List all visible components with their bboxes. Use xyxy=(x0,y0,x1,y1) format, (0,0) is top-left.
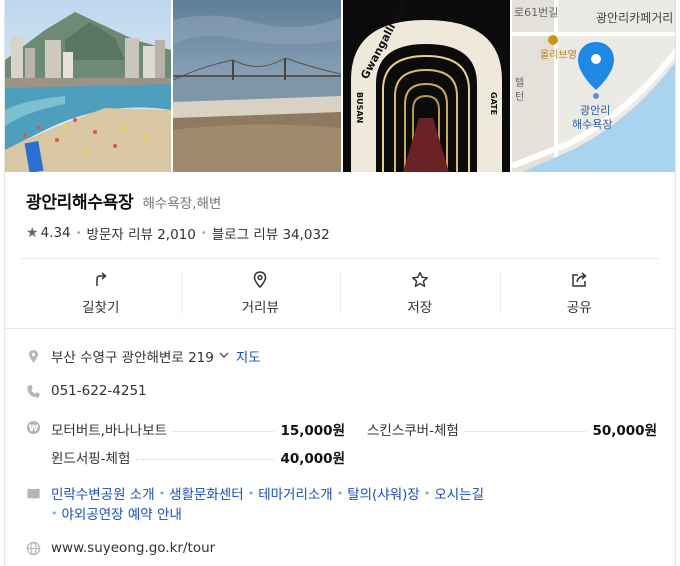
price-icon-row: ₩ xyxy=(25,419,51,435)
price-item-name: 윈드서핑-체험 xyxy=(51,451,131,467)
share-icon xyxy=(572,272,587,287)
price-item: 윈드서핑-체험 40,000원 xyxy=(51,447,345,467)
save-label: 저장 xyxy=(407,300,433,316)
map-link[interactable]: 지도 xyxy=(236,346,261,366)
directions-label: 길찾기 xyxy=(82,300,120,316)
separator-dot: • xyxy=(423,486,431,500)
separator-dot: • xyxy=(158,486,166,500)
price-item: 모터버트,바나나보트 15,000원 xyxy=(51,419,345,439)
phone-row: 051-622-4251 xyxy=(25,383,147,399)
bridge-photo[interactable] xyxy=(173,0,341,172)
facility-link[interactable]: 테마거리소개 xyxy=(258,483,333,503)
facility-link[interactable]: 오시는길 xyxy=(434,483,484,503)
map-cafe-label: 광안리카페거리 xyxy=(596,11,673,25)
map-street-label: 로61번길 xyxy=(514,6,558,19)
facilities-row: 민락수변공원 소개 • 생활문화센터 • 테마거리소개 • 탈의(샤워)장 • … xyxy=(25,483,484,503)
place-header: 광안리해수욕장 해수욕장,해변 xyxy=(26,188,221,213)
book-icon xyxy=(25,485,41,501)
address-row: 부산 수영구 광안해변로 219 지도 xyxy=(25,346,261,366)
tunnel-busan-label: BUSAN xyxy=(355,92,364,123)
save-button[interactable]: 저장 xyxy=(340,260,500,326)
separator-dot: • xyxy=(75,227,82,239)
streetview-label: 거리뷰 xyxy=(241,300,279,316)
price-item-name: 스킨스쿠버-체험 xyxy=(367,423,459,439)
facilities-row-2: • 야외공연장 예약 안내 xyxy=(51,503,182,524)
price-leader xyxy=(464,430,587,432)
place-card: Gwangalli SUP Beach BUSAN GATE 로61번길 광안리… xyxy=(4,0,676,566)
separator-dot: • xyxy=(336,486,344,500)
place-name[interactable]: 광안리해수욕장 xyxy=(26,193,134,213)
separator-dot: • xyxy=(247,486,255,500)
facility-link[interactable]: 생활문화센터 xyxy=(169,483,244,503)
price-item-name: 모터버트,바나나보트 xyxy=(51,423,168,439)
share-button[interactable]: 공유 xyxy=(499,260,660,326)
price-leader xyxy=(173,430,275,432)
location-pin-icon xyxy=(25,348,41,364)
facility-link[interactable]: 야외공연장 예약 안내 xyxy=(62,503,182,523)
beach-photo[interactable] xyxy=(5,0,171,172)
price-item-amount: 40,000원 xyxy=(280,451,345,467)
chevron-down-icon[interactable] xyxy=(218,349,230,364)
map-pin-label-1: 광안리 xyxy=(580,104,610,117)
directions-icon xyxy=(96,272,107,286)
directions-button[interactable]: 길찾기 xyxy=(21,260,181,326)
price-item-amount: 50,000원 xyxy=(592,423,657,439)
map-pin-label-2: 해수욕장 xyxy=(572,117,612,131)
price-item: 스킨스쿠버-체험 50,000원 xyxy=(367,419,657,439)
divider xyxy=(21,258,659,259)
map-side-label: 텔 xyxy=(515,77,524,89)
star-icon xyxy=(411,271,428,287)
separator-dot: • xyxy=(51,506,58,520)
price-item-amount: 15,000원 xyxy=(280,423,345,439)
price-leader xyxy=(136,458,275,460)
globe-icon xyxy=(25,540,41,556)
address-text: 부산 수영구 광안해변로 219 xyxy=(51,350,214,366)
separator-dot: • xyxy=(200,227,207,239)
blog-reviews-link[interactable]: 블로그 리뷰 34,032 xyxy=(212,223,330,243)
star-rating-icon: ★ xyxy=(26,225,39,241)
phone-icon xyxy=(25,383,41,399)
map-store-label: 올리브영 xyxy=(540,49,577,61)
photo-strip: Gwangalli SUP Beach BUSAN GATE 로61번길 광안리… xyxy=(5,0,675,172)
phone-number[interactable]: 051-622-4251 xyxy=(51,383,147,399)
streetview-icon xyxy=(253,271,267,289)
action-bar: 길찾기 거리뷰 저장 공유 xyxy=(21,260,659,326)
website-row: www.suyeong.go.kr/tour xyxy=(25,540,215,556)
sup-gate-photo[interactable]: Gwangalli SUP Beach BUSAN GATE xyxy=(343,0,510,172)
rating-value: 4.34 xyxy=(40,225,71,241)
map-thumbnail[interactable]: 로61번길 광안리카페거리 올리브영 텔 턴 광안리 해수욕장 xyxy=(512,0,675,172)
tunnel-gate-label: GATE xyxy=(489,92,498,115)
map-side-label-2: 턴 xyxy=(515,91,524,103)
facility-link[interactable]: 민락수변공원 소개 xyxy=(51,483,155,503)
streetview-button[interactable]: 거리뷰 xyxy=(180,260,341,326)
place-category: 해수욕장,해변 xyxy=(142,196,222,212)
rating-row: ★ 4.34 • 방문자 리뷰 2,010 • 블로그 리뷰 34,032 xyxy=(26,223,330,243)
won-price-icon: ₩ xyxy=(25,419,41,435)
svg-text:₩: ₩ xyxy=(28,422,38,432)
website-link[interactable]: www.suyeong.go.kr/tour xyxy=(51,540,215,556)
facility-link[interactable]: 탈의(샤워)장 xyxy=(347,483,420,503)
divider xyxy=(5,328,675,329)
share-label: 공유 xyxy=(566,300,592,316)
visitor-reviews-link[interactable]: 방문자 리뷰 2,010 xyxy=(87,223,196,243)
